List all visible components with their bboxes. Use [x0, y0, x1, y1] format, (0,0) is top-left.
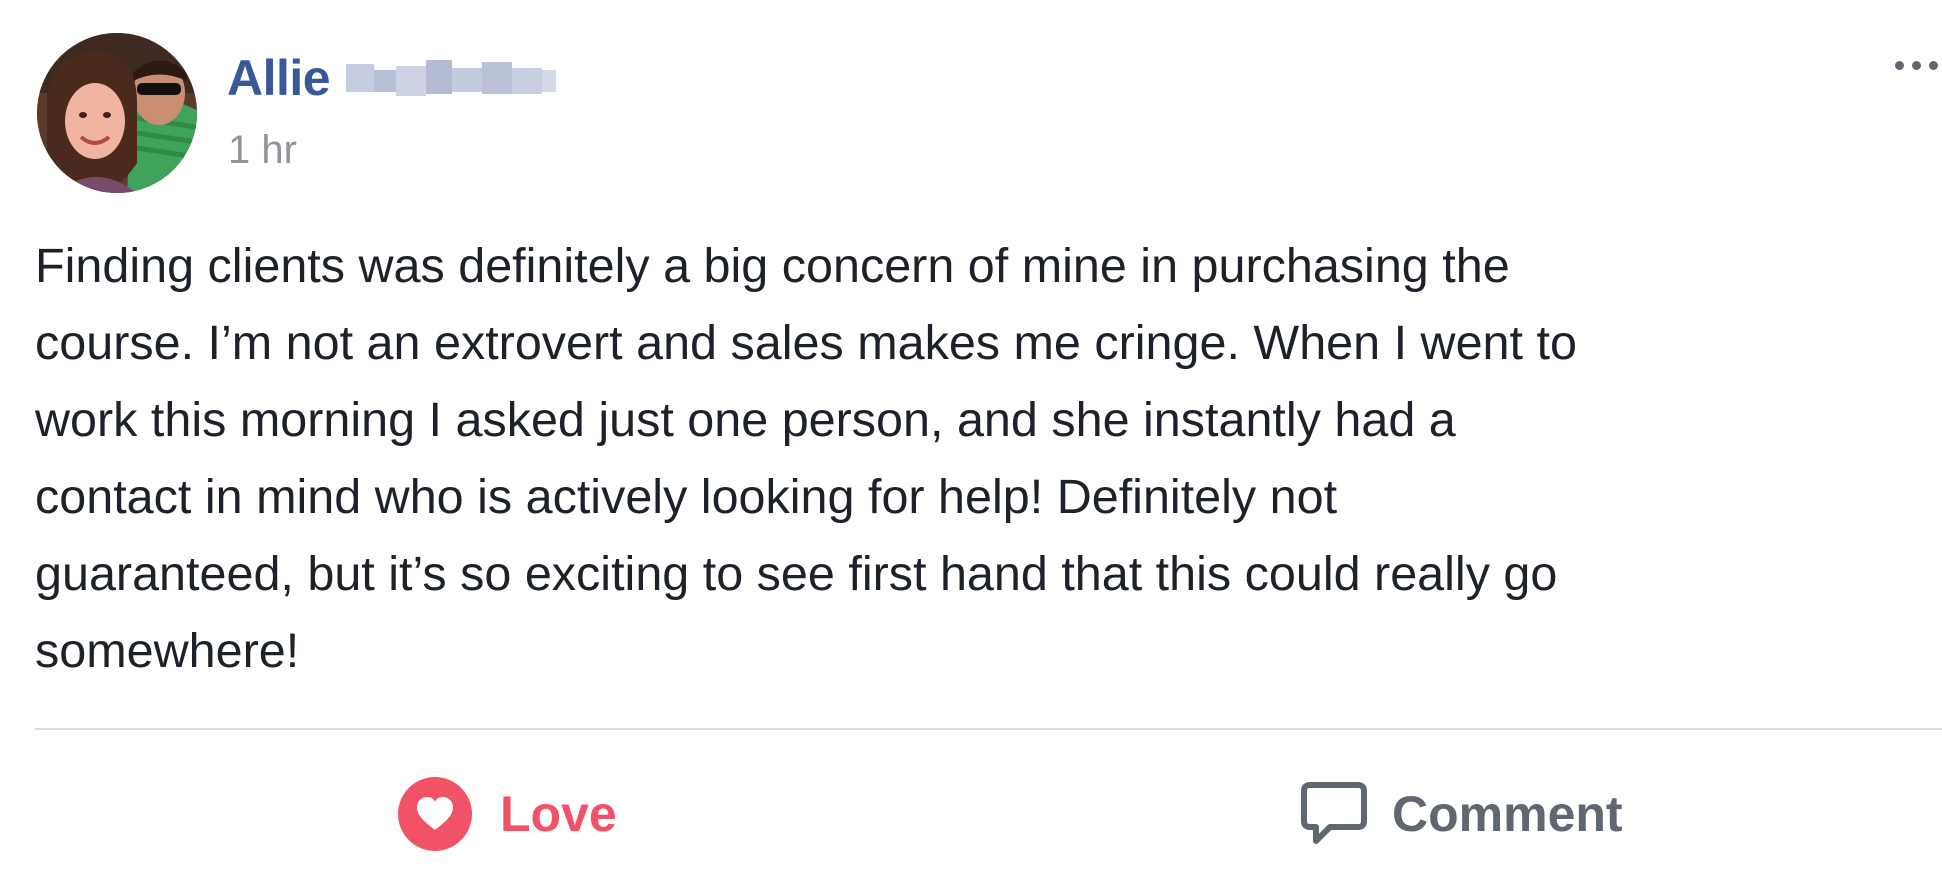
heart-icon	[398, 777, 472, 851]
redacted-surname	[346, 56, 557, 100]
speech-bubble-icon	[1300, 781, 1368, 847]
author-row: Allie	[227, 48, 557, 108]
more-options-icon	[1895, 60, 1904, 70]
comment-button[interactable]: Comment	[1300, 776, 1623, 852]
divider	[35, 728, 1942, 730]
more-options-dot	[1929, 60, 1938, 70]
post-card: Allie 1 hr Finding clients was definitel…	[0, 0, 1942, 890]
comment-label: Comment	[1392, 786, 1623, 842]
author-avatar[interactable]	[37, 33, 197, 193]
more-options-button[interactable]	[1895, 50, 1942, 80]
profile-photo-icon	[37, 33, 197, 193]
post-body-text: Finding clients was definitely a big con…	[35, 239, 1577, 678]
more-options-dot	[1912, 60, 1921, 70]
love-button[interactable]: Love	[398, 776, 617, 852]
post-timestamp[interactable]: 1 hr	[228, 128, 297, 173]
love-label: Love	[500, 786, 617, 842]
author-name[interactable]: Allie	[227, 49, 331, 107]
